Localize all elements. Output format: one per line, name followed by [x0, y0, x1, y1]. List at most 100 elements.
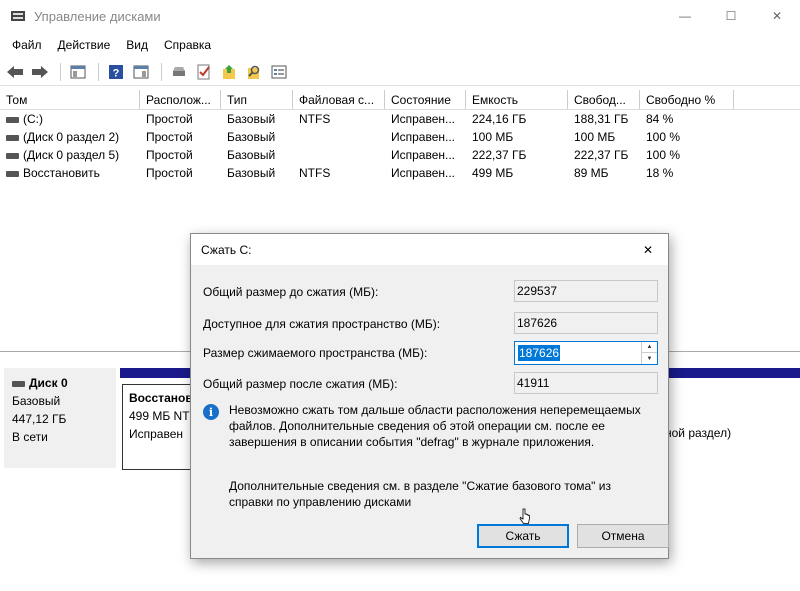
column-header-capacity[interactable]: Емкость	[466, 90, 568, 109]
volume-free-space: 222,37 ГБ	[574, 148, 629, 162]
mouse-cursor-icon	[519, 508, 530, 524]
drive-connect-icon	[173, 66, 185, 76]
disk-label[interactable]: Диск 0 Базовый 447,12 ГБ В сети	[4, 368, 116, 468]
maximize-button[interactable]: ☐	[708, 0, 754, 32]
forward-button[interactable]	[29, 61, 51, 83]
volume-name: (Диск 0 раздел 5)	[23, 148, 120, 162]
minimize-button[interactable]: —	[662, 0, 708, 32]
arrow-right-icon	[32, 65, 48, 78]
folder-up-button[interactable]	[218, 61, 240, 83]
properties-button[interactable]	[130, 61, 152, 83]
column-header-free-space[interactable]: Свобод...	[568, 90, 640, 109]
volume-layout: Простой	[146, 148, 193, 162]
info-text: Невозможно сжать том дальше области расп…	[229, 403, 641, 449]
partition-name: Восстанов	[129, 391, 192, 405]
volume-type: Базовый	[227, 112, 276, 126]
volume-filesystem	[293, 146, 385, 164]
total-before-row: Общий размер до сжатия (МБ): 229537	[203, 280, 659, 304]
info-icon: i	[203, 404, 219, 420]
volume-filesystem: NTFS	[299, 166, 331, 180]
shrink-size-row: Размер сжимаемого пространства (МБ): 187…	[203, 341, 659, 365]
drive-icon	[6, 116, 19, 123]
dialog-close-button[interactable]: ✕	[628, 234, 668, 265]
spinner-up-button[interactable]: ▲	[642, 342, 657, 353]
search-icon	[248, 65, 260, 79]
volume-filesystem	[293, 128, 385, 146]
toolbar-separator	[98, 62, 99, 81]
volume-name: (Диск 0 раздел 2)	[23, 130, 120, 144]
view-button[interactable]	[268, 61, 290, 83]
column-header-filesystem[interactable]: Файловая с...	[293, 90, 385, 109]
help-button[interactable]: ?	[105, 61, 127, 83]
disk-icon	[12, 380, 25, 387]
connect-button[interactable]	[168, 61, 190, 83]
menu-action[interactable]: Действие	[50, 34, 119, 56]
column-header-status[interactable]: Состояние	[385, 90, 466, 109]
menu-help[interactable]: Справка	[156, 34, 219, 56]
shrink-button[interactable]: Сжать	[477, 524, 569, 548]
disk-management-icon	[11, 11, 25, 21]
help-icon: ?	[109, 64, 123, 79]
disk-size: 447,12 ГБ	[12, 412, 67, 426]
shrink-size-label: Размер сжимаемого пространства (МБ):	[203, 346, 428, 360]
volume-status: Исправен...	[391, 166, 456, 180]
disk-name: Диск 0	[29, 376, 68, 390]
available-value: 187626	[514, 312, 658, 334]
partition-recovery[interactable]: Восстанов 499 МБ NT Исправен	[122, 384, 192, 470]
drive-icon	[6, 152, 19, 159]
toolbar: ?	[0, 58, 800, 86]
svg-text:?: ?	[113, 67, 120, 79]
back-button[interactable]	[4, 61, 26, 83]
shrink-dialog: Сжать C: ✕ Общий размер до сжатия (МБ): …	[190, 233, 669, 559]
menu-view[interactable]: Вид	[118, 34, 156, 56]
shrink-size-input[interactable]: 187626	[518, 345, 561, 361]
toolbar-separator	[60, 62, 61, 81]
drive-icon	[6, 170, 19, 177]
column-header-layout[interactable]: Располож...	[140, 90, 221, 109]
available-label: Доступное для сжатия пространство (МБ):	[203, 317, 441, 331]
volume-capacity: 100 МБ	[472, 130, 514, 144]
title-bar: Управление дисками — ☐ ✕	[0, 0, 800, 32]
console-tree-icon	[70, 65, 86, 78]
volume-name: (C:)	[23, 112, 43, 126]
column-header-volume[interactable]: Том	[0, 90, 140, 109]
volume-free-percent: 84 %	[646, 112, 674, 126]
disk-type: Базовый	[12, 394, 61, 408]
volume-status: Исправен...	[391, 112, 456, 126]
available-row: Доступное для сжатия пространство (МБ): …	[203, 312, 659, 336]
search-button[interactable]	[243, 61, 265, 83]
volume-status: Исправен...	[391, 130, 456, 144]
table-row[interactable]: (Диск 0 раздел 5) Простой Базовый Исправ…	[0, 146, 800, 164]
console-tree-button[interactable]	[67, 61, 89, 83]
volume-name: Восстановить	[23, 166, 100, 180]
total-before-label: Общий размер до сжатия (МБ):	[203, 285, 379, 299]
checklist-icon	[197, 64, 210, 79]
close-button[interactable]: ✕	[754, 0, 800, 32]
dialog-title: Сжать C:	[201, 242, 252, 257]
spinner-down-button[interactable]: ▼	[642, 353, 657, 364]
shrink-size-spinner[interactable]: 187626 ▲ ▼	[514, 341, 658, 365]
volume-capacity: 222,37 ГБ	[472, 148, 527, 162]
total-before-value: 229537	[514, 280, 658, 302]
partition-right[interactable]: ной раздел)	[664, 384, 800, 470]
volume-free-space: 100 МБ	[574, 130, 616, 144]
volume-free-percent: 100 %	[646, 148, 681, 162]
menu-file[interactable]: Файл	[4, 34, 50, 56]
column-header-free-percent[interactable]: Свободно %	[640, 90, 734, 109]
table-row[interactable]: (Диск 0 раздел 2) Простой Базовый Исправ…	[0, 128, 800, 146]
check-button[interactable]	[193, 61, 215, 83]
volume-free-percent: 100 %	[646, 130, 681, 144]
volume-list-header: Том Располож... Тип Файловая с... Состоя…	[0, 90, 800, 110]
table-row[interactable]: Восстановить Простой Базовый NTFS Исправ…	[0, 164, 800, 182]
total-after-value: 41911	[514, 372, 658, 394]
volume-free-space: 188,31 ГБ	[574, 112, 629, 126]
volume-free-space: 89 МБ	[574, 166, 609, 180]
volume-layout: Простой	[146, 130, 193, 144]
total-after-label: Общий размер после сжатия (МБ):	[203, 377, 398, 391]
volume-free-percent: 18 %	[646, 166, 674, 180]
volume-status: Исправен...	[391, 148, 456, 162]
table-row[interactable]: (C:) Простой Базовый NTFS Исправен... 22…	[0, 110, 800, 128]
cancel-button[interactable]: Отмена	[577, 524, 669, 548]
column-header-type[interactable]: Тип	[221, 90, 293, 109]
toolbar-separator	[161, 62, 162, 81]
